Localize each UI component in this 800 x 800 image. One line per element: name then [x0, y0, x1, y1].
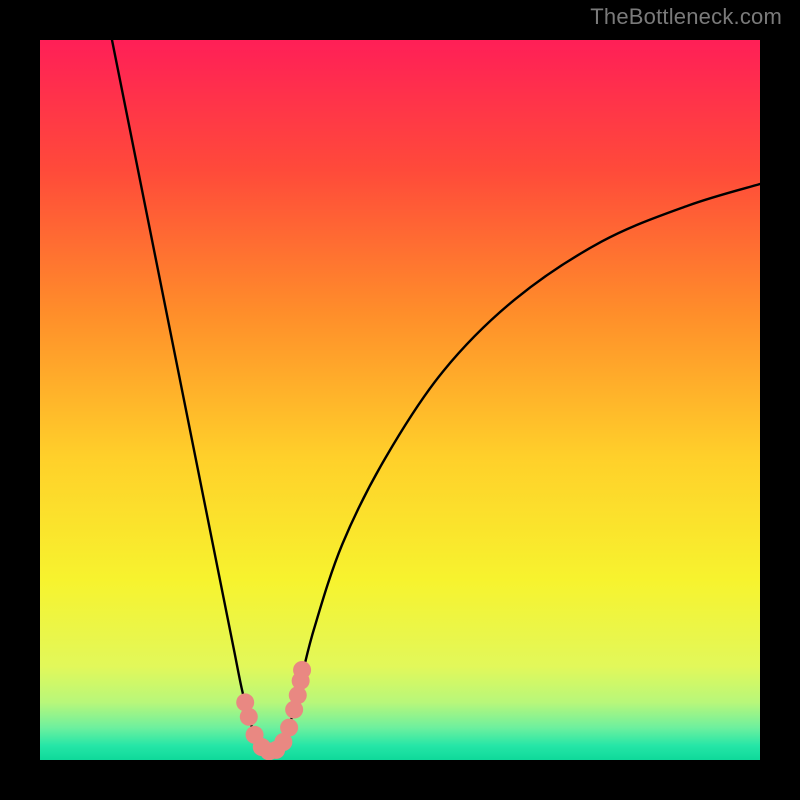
chart-frame: TheBottleneck.com	[0, 0, 800, 800]
highlight-marker	[293, 661, 311, 679]
chart-svg	[40, 40, 760, 760]
plot-area	[40, 40, 760, 760]
watermark-label: TheBottleneck.com	[590, 4, 782, 30]
highlight-marker	[280, 719, 298, 737]
plot-background	[40, 40, 760, 760]
highlight-marker	[240, 708, 258, 726]
